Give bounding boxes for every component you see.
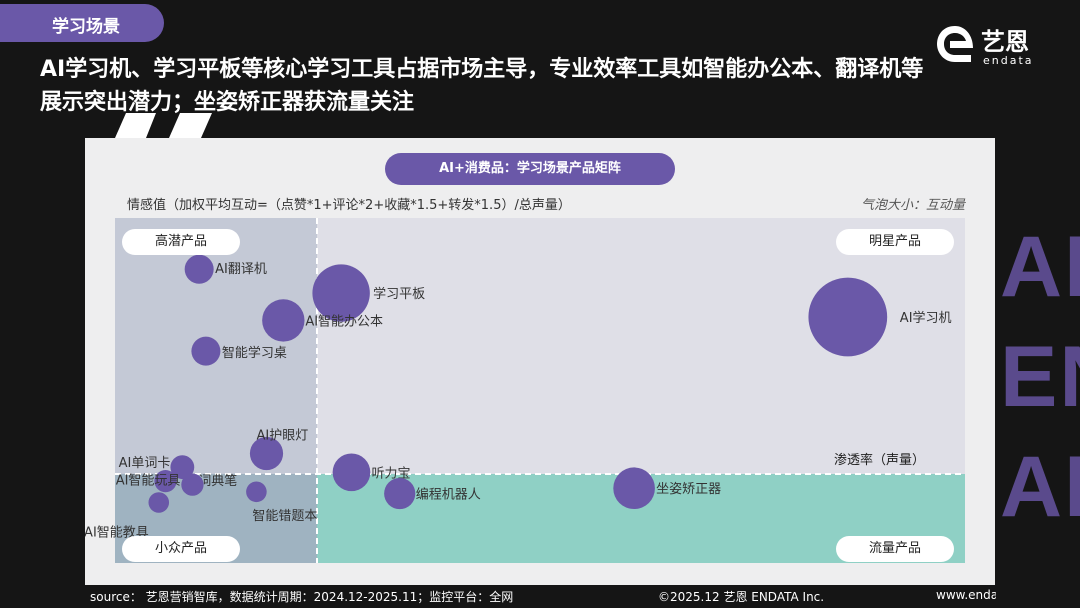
bubble-label: AI智能玩具 xyxy=(116,474,181,489)
footer-source: source： 艺恩营销智库，数据统计周期：2024.12-2025.11；监控… xyxy=(90,590,514,604)
x-axis-label: 渗透率（声量） xyxy=(834,452,925,468)
bubble-point xyxy=(191,336,221,366)
bubble-point xyxy=(312,264,370,322)
quadrant-label-top-left: 高潜产品 xyxy=(122,229,240,255)
bubble-point xyxy=(246,481,267,503)
bubble-point xyxy=(613,467,655,510)
quadrant-label-bottom-left: 小众产品 xyxy=(122,536,240,562)
bubble-label: AI智能办公本 xyxy=(305,314,383,329)
chart-title: AI+消费品：学习场景产品矩阵 xyxy=(385,153,675,185)
bubble-point xyxy=(148,492,170,513)
quadrant-label-top-right: 明星产品 xyxy=(836,229,954,255)
bubble-label: AI单词卡 xyxy=(119,456,171,471)
logo-sub: endata xyxy=(983,54,1034,67)
bubble-point xyxy=(808,277,888,357)
bubble-label: AI学习机 xyxy=(900,310,952,326)
bubble-point xyxy=(181,473,204,496)
bubble-size-note: 气泡大小：互动量 xyxy=(860,198,965,213)
endata-logo-icon xyxy=(937,26,973,62)
decorative-side-letters: AL EN AI xyxy=(1000,219,1080,535)
bubble-label: 编程机器人 xyxy=(416,488,481,503)
bubble-point xyxy=(262,299,305,342)
bubble-label: 学习平板 xyxy=(373,286,425,302)
quadrant-label-bottom-right: 流量产品 xyxy=(836,536,954,562)
bubble-point xyxy=(384,477,416,510)
footer-copyright: ©2025.12 艺恩 ENDATA Inc. xyxy=(658,590,825,604)
chart-panel: 渗透率（声量） AI翻译机学习平板 AI智能办公本智能学习桌 AI学习机 AI护眼灯 AI… xyxy=(85,138,995,585)
bubble-point xyxy=(184,254,214,284)
bubble-label: 智能错题本 xyxy=(252,509,317,524)
endata-logo: 艺恩 endata xyxy=(933,22,1053,68)
bubble-label: AI护眼灯 xyxy=(257,429,309,444)
section-tag-label: 学习场景 xyxy=(52,17,120,37)
bubble-label: AI翻译机 xyxy=(215,262,267,277)
footer-url: www.endata.com.cn xyxy=(936,588,996,602)
section-tag: 学习场景 xyxy=(0,4,164,42)
bubble-label: 智能学习桌 xyxy=(222,345,287,361)
logo-name: 艺恩 xyxy=(981,28,1029,56)
page-headline: AI学习机、学习平板等核心学习工具占据市场主导，专业效率工具如智能办公本、翻译机… xyxy=(40,57,924,115)
bubble-point xyxy=(332,453,371,492)
bubble-label: 坐姿矫正器 xyxy=(656,481,721,497)
y-axis-label: 情感值（加权平均互动=（点赞*1+评论*2+收藏*1.5+转发*1.5）/总声量… xyxy=(127,198,571,213)
